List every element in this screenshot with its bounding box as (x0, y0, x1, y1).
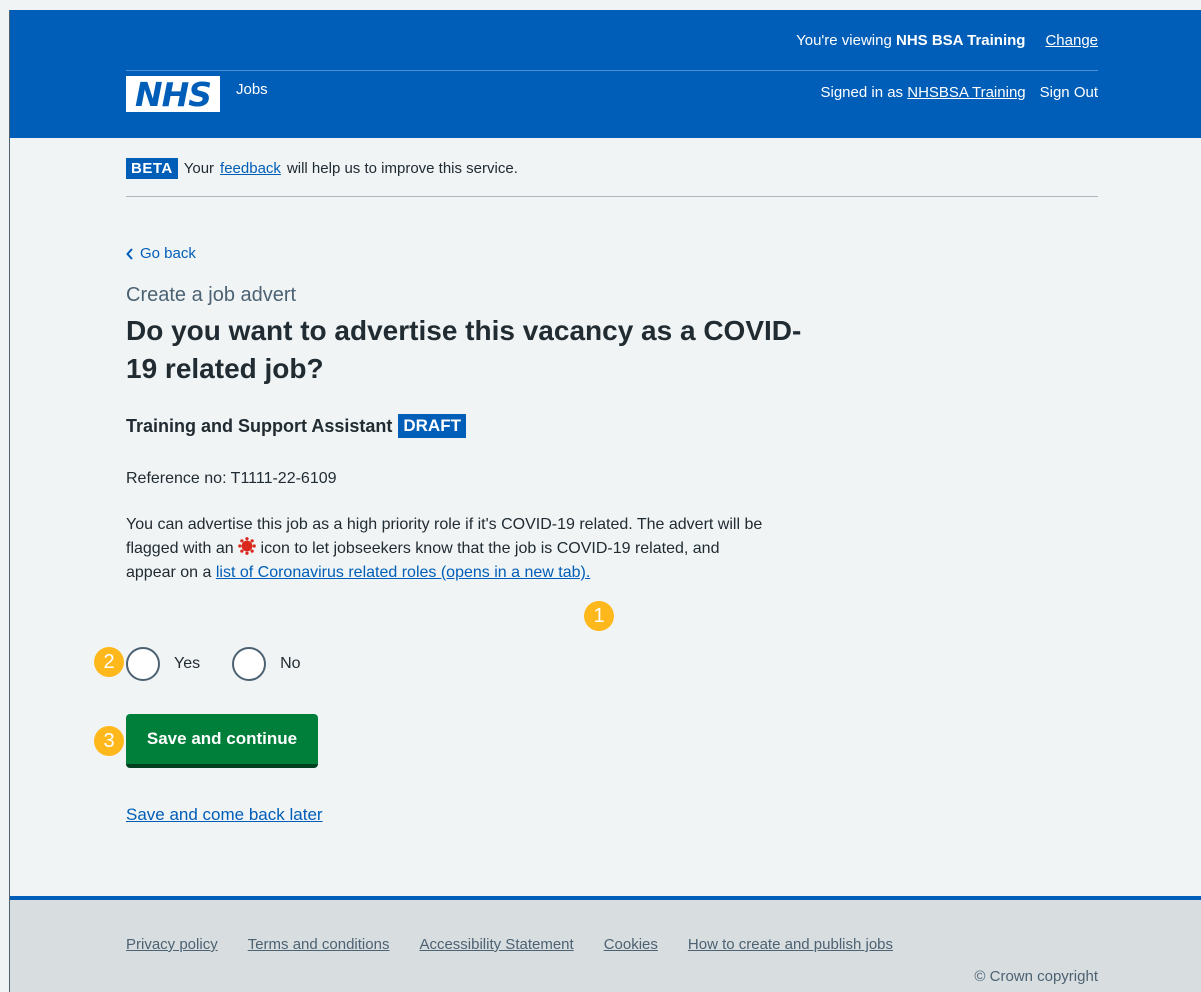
footer-link-terms[interactable]: Terms and conditions (248, 936, 390, 953)
copyright: © Crown copyright (974, 968, 1098, 985)
service-name: Jobs (236, 80, 268, 98)
page-title: Do you want to advertise this vacancy as… (126, 315, 802, 384)
beta-divider (126, 196, 1098, 197)
nhs-jobs-logo[interactable]: NHS Jobs (126, 76, 268, 112)
reference-number: Reference no: T1111-22-6109 (126, 470, 337, 487)
account-nav: Signed in as NHSBSA Training Sign Out (821, 84, 1099, 101)
save-and-continue-button[interactable]: Save and continue (126, 714, 318, 768)
feedback-link[interactable]: feedback (220, 160, 281, 177)
job-title: Training and Support Assistant DRAFT (126, 414, 466, 438)
page-caption: Create a job advert (126, 284, 297, 306)
site-footer: Privacy policy Terms and conditions Acce… (10, 896, 1201, 992)
beta-tag: BETA (126, 158, 178, 179)
org-switcher: You're viewing NHS BSA Training Change (796, 10, 1098, 70)
viewing-org-text: You're viewing NHS BSA Training (796, 31, 1026, 49)
org-name: NHS BSA Training (895, 31, 1026, 49)
annotation-badge-3: 3 (94, 726, 124, 756)
save-and-come-back-later-link[interactable]: Save and come back later (126, 805, 323, 824)
draft-status-badge: DRAFT (398, 414, 466, 438)
nhs-logo-icon: NHS (126, 76, 220, 112)
sign-out-link[interactable]: Sign Out (1040, 84, 1098, 101)
coronavirus-icon (238, 537, 256, 555)
annotation-badge-2: 2 (94, 647, 124, 677)
go-back-link[interactable]: Go back (126, 245, 196, 262)
chevron-left-icon (126, 247, 133, 260)
covid-radio-group: Yes No (126, 647, 301, 681)
annotation-badge-1: 1 (584, 601, 614, 631)
footer-link-accessibility[interactable]: Accessibility Statement (419, 936, 573, 953)
coronavirus-roles-link[interactable]: list of Coronavirus related roles (opens… (216, 564, 590, 581)
browser-frame: You're viewing NHS BSA Training Change N… (9, 10, 1201, 992)
radio-yes-input[interactable] (126, 647, 160, 681)
header-divider (126, 70, 1098, 71)
covid-description: You can advertise this job as a high pri… (126, 516, 763, 581)
radio-no[interactable]: No (232, 647, 301, 681)
radio-yes[interactable]: Yes (126, 647, 200, 681)
change-org-link[interactable]: Change (1045, 32, 1098, 49)
account-user-link[interactable]: NHSBSA Training (907, 84, 1025, 101)
footer-link-privacy[interactable]: Privacy policy (126, 936, 218, 953)
footer-link-how-to[interactable]: How to create and publish jobs (688, 936, 893, 953)
footer-link-cookies[interactable]: Cookies (604, 936, 658, 953)
beta-banner: BETA Your feedback will help us to impro… (126, 158, 518, 179)
radio-no-input[interactable] (232, 647, 267, 681)
signed-in-text: Signed in as NHSBSA Training (820, 84, 1026, 101)
footer-links: Privacy policy Terms and conditions Acce… (126, 936, 893, 953)
site-header: You're viewing NHS BSA Training Change N… (10, 10, 1201, 138)
